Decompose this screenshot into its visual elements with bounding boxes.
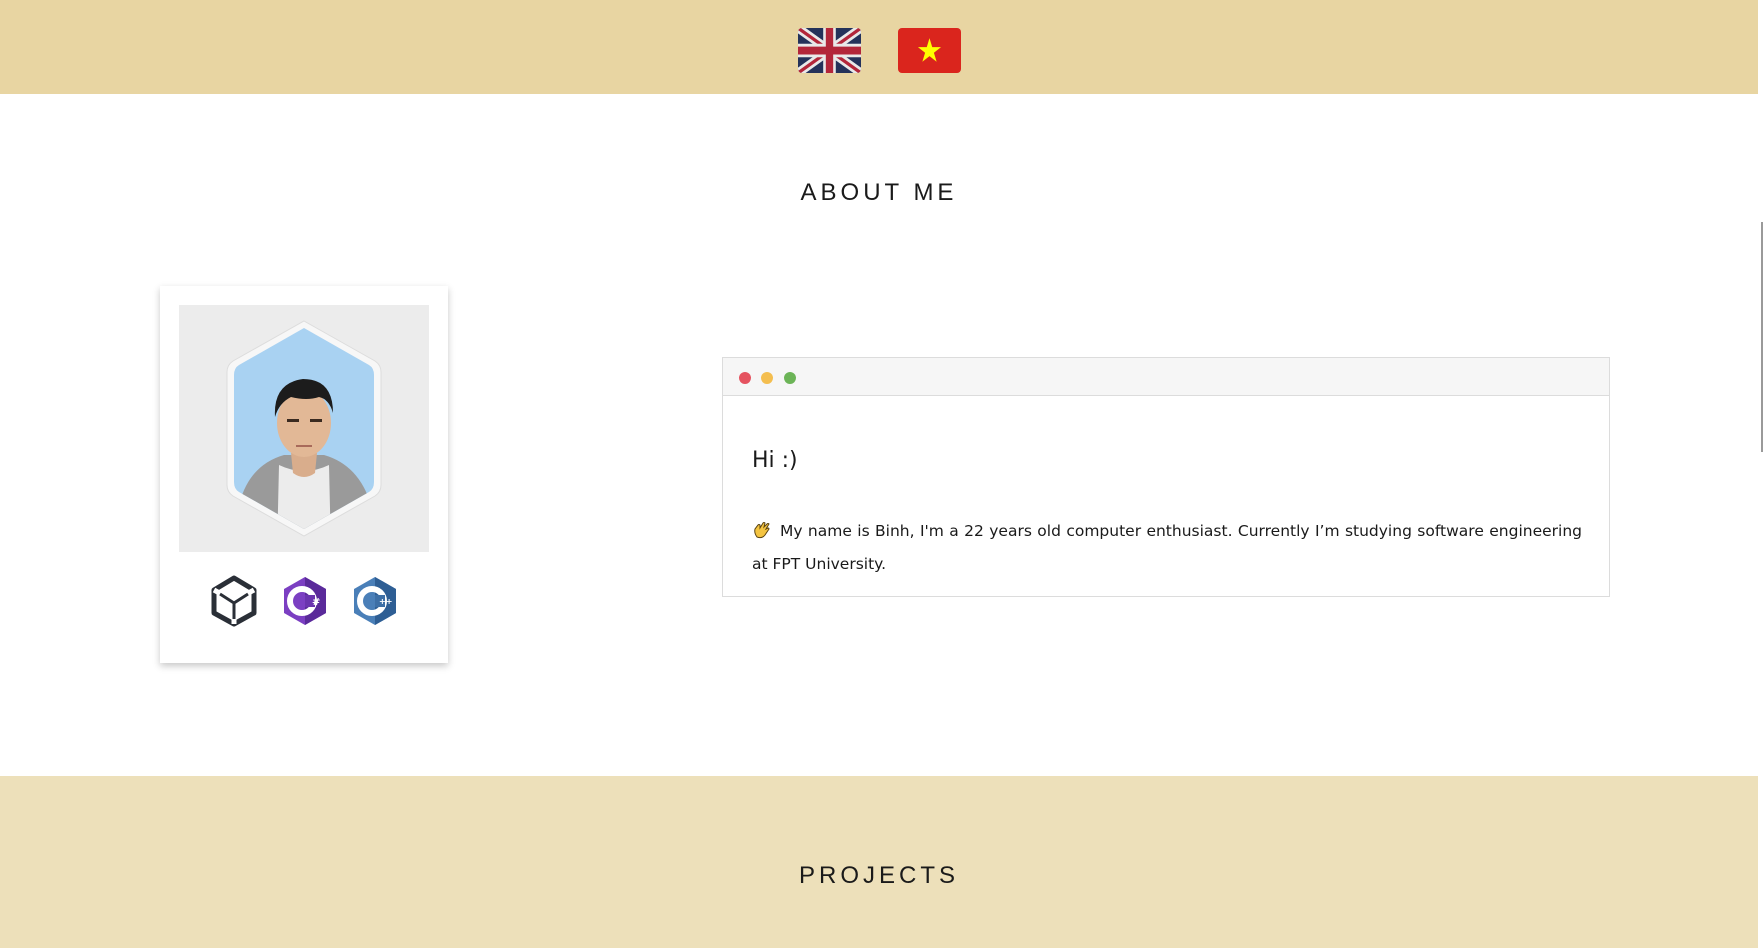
window-title-bar: [723, 358, 1609, 396]
bio-text: My name is Binh, I'm a 22 years old comp…: [752, 522, 1582, 573]
minimize-dot: [761, 372, 773, 384]
maximize-dot: [784, 372, 796, 384]
svg-text:#: #: [312, 597, 320, 608]
about-window: Hi :) My name is Binh, I'm a 22 years ol…: [722, 357, 1610, 597]
csharp-icon: #: [279, 575, 331, 627]
unity-icon: [208, 575, 260, 627]
scrollbar-track[interactable]: [1758, 0, 1763, 948]
cpp-icon: ++: [349, 575, 401, 627]
svg-text:++: ++: [379, 597, 392, 606]
close-dot: [739, 372, 751, 384]
profile-card: # ++: [160, 286, 448, 663]
waving-hand-icon: [752, 520, 772, 540]
vietnam-flag-icon[interactable]: [898, 28, 961, 73]
projects-title: PROJECTS: [798, 862, 959, 889]
bio-paragraph: My name is Binh, I'm a 22 years old comp…: [752, 515, 1582, 581]
language-bar: [0, 0, 1763, 94]
profile-photo: [179, 305, 429, 552]
greeting-text: Hi :): [752, 448, 798, 473]
uk-flag-icon[interactable]: [798, 28, 861, 73]
about-title: ABOUT ME: [800, 179, 958, 206]
